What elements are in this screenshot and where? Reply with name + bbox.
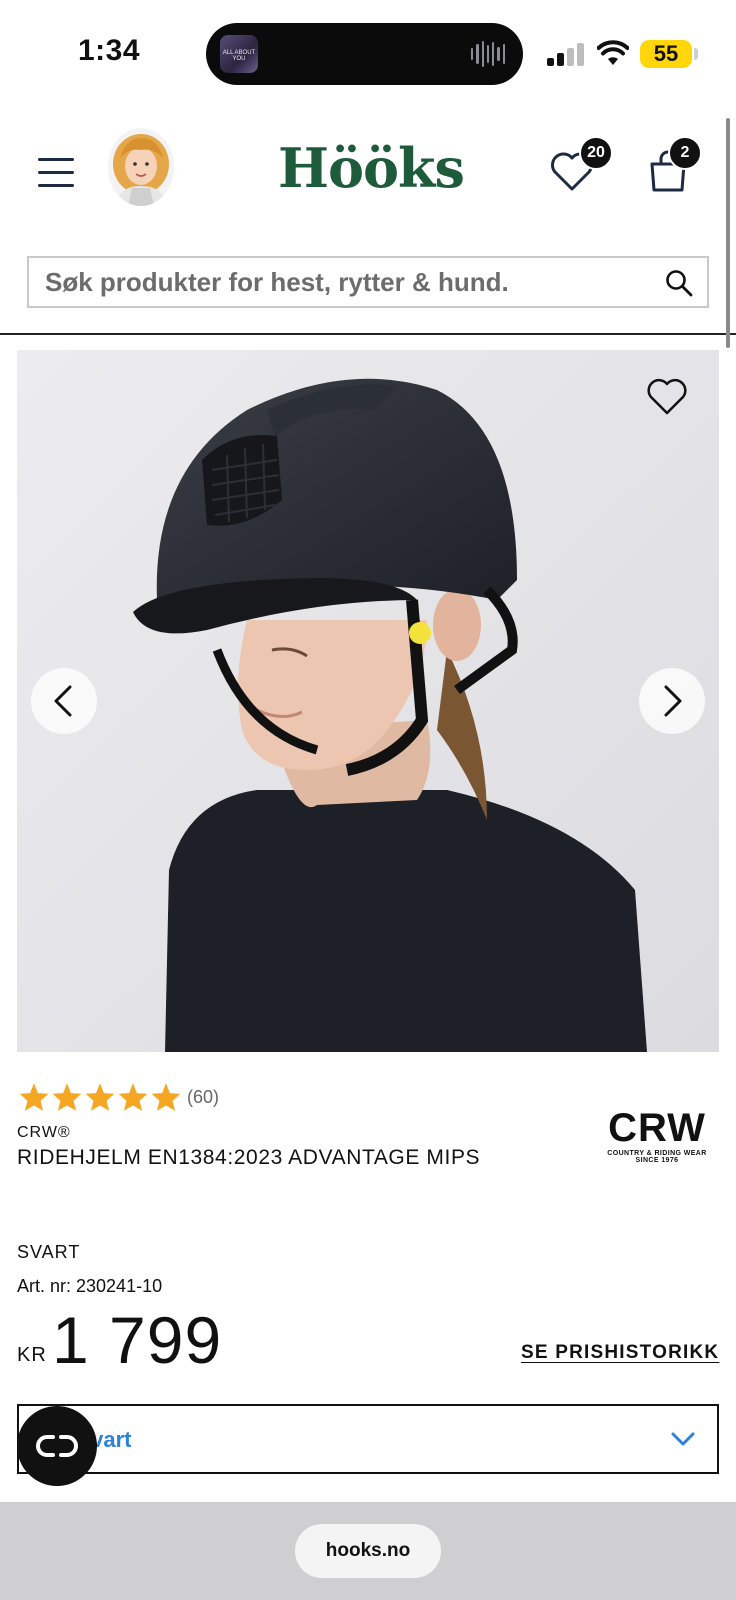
battery-tip [694,48,698,60]
status-bar: 1:34 ALL ABOUT YOU 55 [0,0,736,100]
price-history-link[interactable]: SE PRISHISTORIKK [521,1342,719,1364]
article-number: Art. nr: 230241-10 [17,1276,163,1296]
brand-logo-mark: CRW [608,1106,706,1150]
chat-fab-button[interactable] [17,1406,97,1486]
product-title: RIDEHJELM EN1384:2023 ADVANTAGE MIPS [17,1146,481,1169]
product-photo [17,350,719,1052]
page-scrollbar[interactable] [726,118,730,348]
battery-indicator: 55 [640,40,692,68]
gallery-next-button[interactable] [639,668,705,734]
search-bar[interactable] [27,256,709,308]
star-icon [19,1083,49,1111]
site-logo[interactable]: Hööks [278,136,465,200]
gallery-prev-button[interactable] [31,668,97,734]
search-input[interactable] [45,258,645,306]
wishlist-count-badge: 20 [579,136,613,170]
star-icon [85,1083,115,1111]
heart-icon[interactable] [645,375,689,417]
star-icon [52,1083,82,1111]
star-icon [118,1083,148,1111]
url-bar[interactable]: hooks.no [295,1524,441,1578]
variant-select[interactable]: : Svart [17,1404,719,1474]
chat-link-icon [36,1435,78,1457]
cart-count-badge: 2 [668,136,702,170]
status-time: 1:34 [78,34,141,67]
product-price: 1 799 [52,1303,223,1377]
assistant-avatar[interactable] [108,128,174,206]
chevron-down-icon [671,1432,695,1446]
chevron-right-icon [664,685,682,717]
brand-logo[interactable]: CRW COUNTRY & RIDING WEAR SINCE 1976 [606,1108,708,1170]
search-icon[interactable] [665,269,693,297]
wifi-icon [597,40,629,65]
cellular-signal-icon [547,42,585,66]
now-playing-artwork: ALL ABOUT YOU [220,35,258,73]
price-currency: KR [17,1344,47,1366]
audio-waveform-icon [471,41,505,67]
brand-logo-since: SINCE 1976 [635,1157,679,1164]
product-color: SVART [17,1242,81,1262]
dynamic-island[interactable]: ALL ABOUT YOU [206,23,523,85]
brand-logo-tagline: COUNTRY & RIDING WEAR [607,1150,707,1157]
product-image-gallery[interactable] [17,350,719,1052]
header-divider [0,333,736,335]
chevron-left-icon [54,685,72,717]
menu-button[interactable] [38,156,76,188]
product-rating[interactable]: (60) [18,1082,219,1112]
rating-count: (60) [187,1086,220,1107]
product-brand[interactable]: CRW® [17,1124,71,1142]
site-header: Hööks 20 2 [0,100,736,340]
star-icon [151,1083,181,1111]
browser-bottom-bar: hooks.no [0,1502,736,1600]
rating-stars [18,1082,183,1112]
